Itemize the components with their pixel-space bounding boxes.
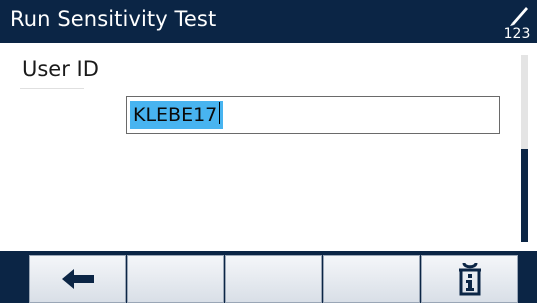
user-id-value: KLEBE17: [130, 101, 224, 129]
softkey-bar: [0, 251, 537, 303]
info-softkey[interactable]: [421, 255, 518, 303]
info-icon: [458, 262, 481, 296]
back-arrow-icon: [61, 269, 94, 289]
label-divider: [20, 88, 84, 89]
title-bar: Run Sensitivity Test 123: [0, 0, 537, 43]
scrollbar[interactable]: [521, 55, 528, 242]
user-id-label: User ID: [22, 57, 99, 81]
input-mode-label: 123: [503, 26, 531, 42]
scrollbar-thumb[interactable]: [521, 149, 528, 242]
user-id-text: KLEBE17: [133, 104, 218, 126]
user-id-input[interactable]: KLEBE17: [126, 96, 500, 134]
terminal-screen: Run Sensitivity Test 123 User ID KLEBE17: [0, 0, 537, 303]
text-caret: [219, 102, 221, 124]
softkey-3[interactable]: [225, 255, 322, 303]
page-title: Run Sensitivity Test: [10, 7, 217, 31]
numeric-input-mode-icon: 123: [503, 3, 531, 41]
softkey-4[interactable]: [323, 255, 420, 303]
back-softkey[interactable]: [29, 255, 126, 303]
softkey-2[interactable]: [127, 255, 224, 303]
